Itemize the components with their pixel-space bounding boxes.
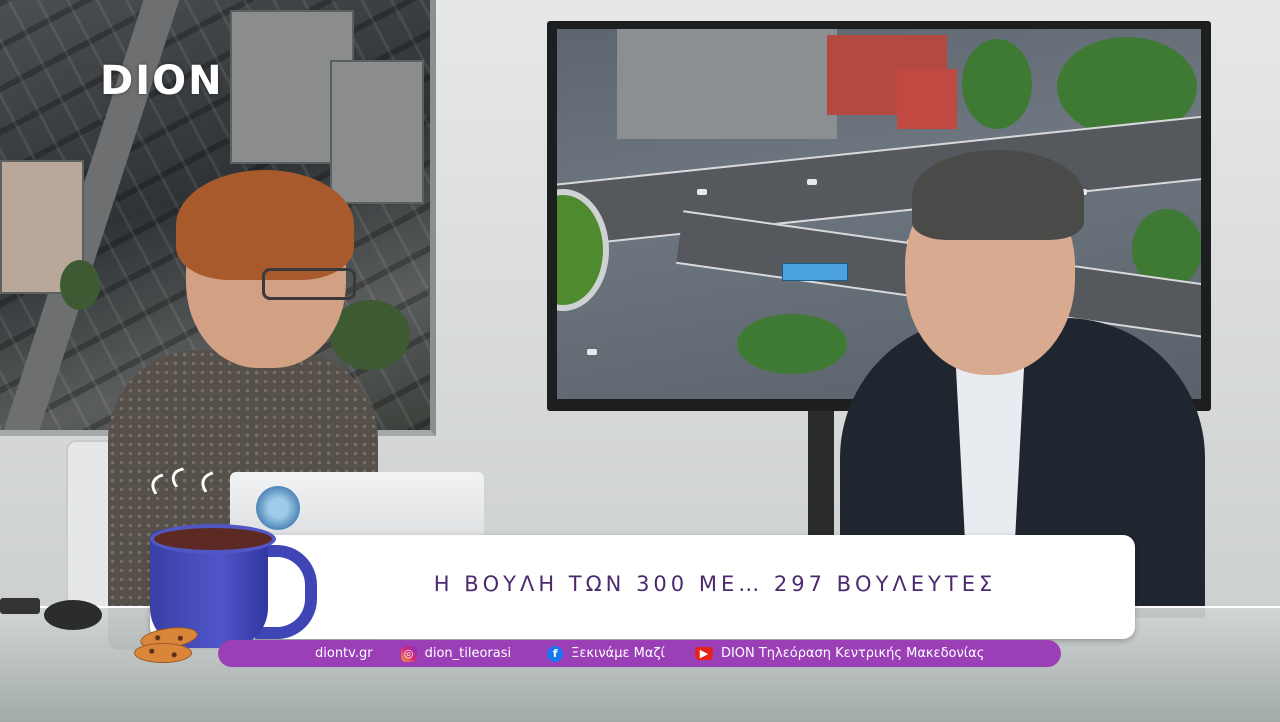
cookie-icon xyxy=(134,643,192,663)
youtube-icon: ▶ xyxy=(694,647,713,660)
red-rooftop xyxy=(897,69,957,129)
website-link[interactable]: diontv.gr xyxy=(315,646,373,661)
phone xyxy=(0,598,40,614)
facebook-icon: f xyxy=(547,645,564,662)
rooftops xyxy=(617,29,837,139)
guest-right-hair xyxy=(912,150,1084,240)
facebook-link[interactable]: f Ξεκινάμε Μαζί xyxy=(547,645,665,662)
car xyxy=(807,179,817,185)
tree xyxy=(962,39,1032,129)
backdrop-building xyxy=(330,60,424,204)
instagram-icon: ◎ xyxy=(400,645,417,662)
backdrop-tree xyxy=(60,260,100,310)
car xyxy=(587,349,597,355)
tv-stand xyxy=(808,408,834,538)
facebook-label: Ξεκινάμε Μαζί xyxy=(571,646,665,661)
car xyxy=(697,189,707,195)
headline-text: Η ΒΟΥΛΗ ΤΩΝ 300 ΜΕ… 297 ΒΟΥΛΕΥΤΕΣ xyxy=(433,572,997,596)
glasses xyxy=(262,268,356,300)
youtube-label: DION Τηλεόραση Κεντρικής Μακεδονίας xyxy=(720,646,985,661)
youtube-link[interactable]: ▶ DION Τηλεόραση Κεντρικής Μακεδονίας xyxy=(694,646,985,661)
channel-logo: DION xyxy=(100,58,224,104)
social-media-bar: diontv.gr ◎ dion_tileorasi f Ξεκινάμε Μα… xyxy=(218,640,1061,667)
instagram-label: dion_tileorasi xyxy=(424,646,512,661)
computer-mouse xyxy=(44,600,102,630)
tree xyxy=(737,314,847,374)
instagram-link[interactable]: ◎ dion_tileorasi xyxy=(400,645,512,662)
presenter-left-hair xyxy=(176,170,354,280)
coffee-mug-top xyxy=(150,524,276,554)
website-label: diontv.gr xyxy=(315,646,373,661)
bus xyxy=(782,263,848,281)
